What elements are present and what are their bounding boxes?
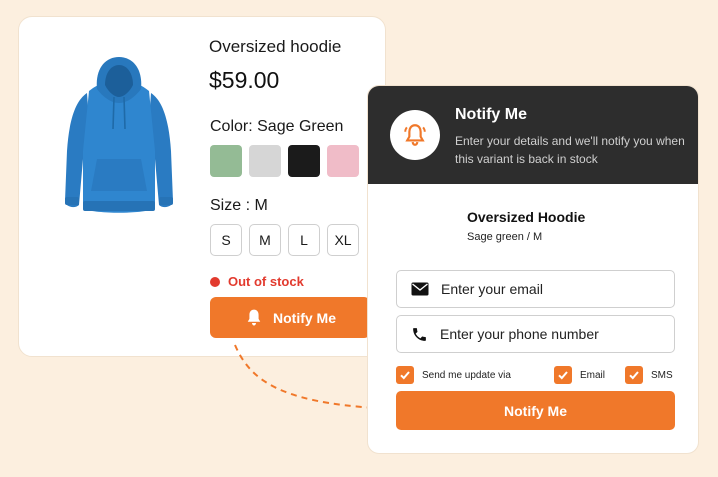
size-button-xl[interactable]: XL	[327, 224, 359, 256]
notify-me-button[interactable]: Notify Me	[210, 297, 370, 338]
bell-icon	[404, 124, 426, 146]
modal-title: Notify Me	[455, 106, 527, 123]
product-card: Oversized hoodie $59.00 Color: Sage Gree…	[18, 16, 386, 357]
hoodie-image	[65, 57, 173, 213]
email-field[interactable]	[396, 270, 675, 308]
modal-product-name: Oversized Hoodie	[467, 209, 586, 225]
product-price: $59.00	[209, 67, 280, 93]
send-updates-label: Send me update via	[422, 369, 511, 381]
color-label: Color: Sage Green	[210, 118, 344, 135]
email-option-label: Email	[580, 369, 606, 381]
notify-modal: Notify Me Enter your details and we'll n…	[367, 85, 699, 454]
size-button-l[interactable]: L	[288, 224, 320, 256]
size-button-m[interactable]: M	[249, 224, 281, 256]
notify-me-button-label: Notify Me	[273, 309, 336, 326]
phone-input[interactable]	[440, 326, 660, 342]
phone-icon	[413, 327, 426, 341]
modal-variant: Sage green / M	[467, 231, 543, 243]
swatch-pink[interactable]	[327, 145, 359, 177]
product-title: Oversized hoodie	[209, 37, 342, 56]
pref-send-updates[interactable]: Send me update via	[396, 366, 511, 384]
checkmark-icon	[629, 371, 639, 380]
update-preferences: Send me update via Email SMS	[396, 366, 675, 384]
envelope-icon	[411, 282, 429, 296]
swatch-light-gray[interactable]	[249, 145, 281, 177]
stock-status-text: Out of stock	[228, 274, 304, 289]
status-dot-icon	[210, 276, 220, 287]
stock-status: Out of stock	[210, 274, 304, 289]
modal-notify-me-label: Notify Me	[504, 402, 567, 419]
email-input[interactable]	[441, 281, 661, 297]
size-label: Size : M	[210, 197, 268, 214]
size-button-s[interactable]: S	[210, 224, 242, 256]
pref-sms[interactable]: SMS	[625, 366, 673, 384]
checkmark-icon	[400, 371, 410, 380]
swatch-black[interactable]	[288, 145, 320, 177]
send-updates-checkbox[interactable]	[396, 366, 414, 384]
modal-subtitle: Enter your details and we'll notify you …	[455, 134, 685, 166]
modal-notify-me-button[interactable]: Notify Me	[396, 391, 675, 430]
checkmark-icon	[558, 371, 568, 380]
sms-checkbox[interactable]	[625, 366, 643, 384]
bell-icon-badge	[390, 110, 440, 160]
modal-header: Notify Me Enter your details and we'll n…	[368, 86, 698, 184]
phone-field[interactable]	[396, 315, 675, 353]
pref-email[interactable]: Email	[554, 366, 605, 384]
sms-option-label: SMS	[651, 369, 673, 381]
bell-icon	[247, 309, 261, 325]
email-checkbox[interactable]	[554, 366, 572, 384]
color-swatches	[210, 145, 359, 177]
size-options: S M L XL	[210, 224, 359, 256]
swatch-sage-green[interactable]	[210, 145, 242, 177]
